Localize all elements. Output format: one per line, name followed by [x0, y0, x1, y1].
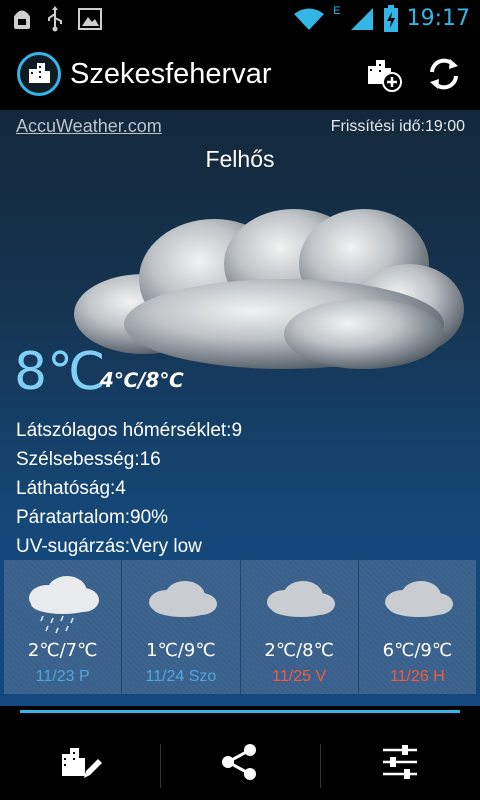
settings-sliders-icon — [383, 745, 417, 779]
refresh-button[interactable] — [424, 54, 464, 94]
forecast-date: 11/23 P — [35, 668, 90, 685]
edit-city-icon — [62, 748, 102, 778]
humidity: Páratartalom:90% — [16, 507, 169, 528]
status-bar: E 19:17 — [0, 0, 480, 38]
weather-panel: AccuWeather.com Frissítési idő:19:00 Fel… — [0, 110, 480, 706]
share-button[interactable] — [160, 742, 320, 800]
city-icon[interactable] — [17, 52, 61, 96]
weather-condition: Felhős — [205, 146, 275, 172]
location-title[interactable]: Szekesfehervar — [70, 56, 272, 92]
forecast-temperature: 6℃/9℃ — [382, 640, 453, 661]
cloud-icon — [148, 581, 217, 617]
forecast-temperature: 2℃/7℃ — [27, 640, 98, 661]
provider-link[interactable]: AccuWeather.com — [16, 116, 162, 137]
forecast-day[interactable]: 2℃/7℃ 11/23 P — [4, 560, 121, 694]
cloud-icon — [74, 209, 464, 369]
wind-speed: Szélsebesség:16 — [16, 449, 161, 470]
forecast-date: 11/25 V — [272, 668, 327, 685]
high-temperature: 8℃ — [145, 368, 184, 392]
low-temperature: 4℃ — [100, 368, 139, 392]
forecast-day[interactable]: 1℃/9℃ 11/24 Szo — [121, 560, 239, 694]
forecast-temperature: 1℃/9℃ — [146, 640, 216, 661]
cloud-icon — [267, 581, 336, 617]
network-type-label: E — [333, 5, 341, 17]
current-temperature: 8℃ — [14, 342, 106, 402]
uv-index: UV-sugárzás:Very low — [16, 536, 202, 557]
forecast-day[interactable]: 2℃/8℃ 11/25 V — [239, 560, 358, 694]
forecast-strip: 2℃/7℃ 11/23 P 1℃/9℃ 11/24 Szo 2℃/8℃ 11/2… — [4, 560, 476, 694]
edit-city-button[interactable] — [0, 742, 160, 800]
feels-like: Látszólagos hőmérséklet:9 — [16, 420, 243, 441]
share-icon — [222, 744, 256, 780]
signal-icon — [350, 8, 373, 30]
forecast-temperature: 2℃/8℃ — [264, 640, 334, 661]
notification-icons — [12, 6, 102, 32]
battery-charging-icon — [383, 5, 398, 32]
rain-cloud-icon — [28, 576, 99, 634]
forecast-day[interactable]: 6℃/9℃ 11/26 H — [357, 560, 476, 694]
image-icon — [78, 8, 102, 30]
forecast-date: 11/24 Szo — [145, 668, 217, 685]
bottom-action-bar — [0, 706, 480, 800]
usb-icon — [48, 6, 62, 32]
page-indicator — [20, 710, 460, 713]
temperature-range: 4℃/8℃ — [100, 368, 184, 392]
refresh-icon — [430, 58, 458, 90]
forecast-date: 11/26 H — [389, 668, 445, 685]
system-icons: E 19:17 — [293, 4, 470, 34]
clock: 19:17 — [406, 6, 470, 31]
add-city-icon — [368, 60, 402, 92]
visibility: Láthatóság:4 — [16, 478, 126, 499]
weather-details: Látszólagos hőmérséklet:9 Szélsebesség:1… — [16, 416, 242, 561]
cloud-icon — [385, 581, 454, 617]
settings-button[interactable] — [320, 742, 480, 800]
update-time: Frissítési idő:19:00 — [330, 118, 465, 135]
action-bar: Szekesfehervar — [0, 38, 480, 110]
android-debug-icon — [14, 10, 30, 29]
wifi-icon — [294, 8, 325, 30]
add-city-button[interactable] — [364, 54, 404, 94]
